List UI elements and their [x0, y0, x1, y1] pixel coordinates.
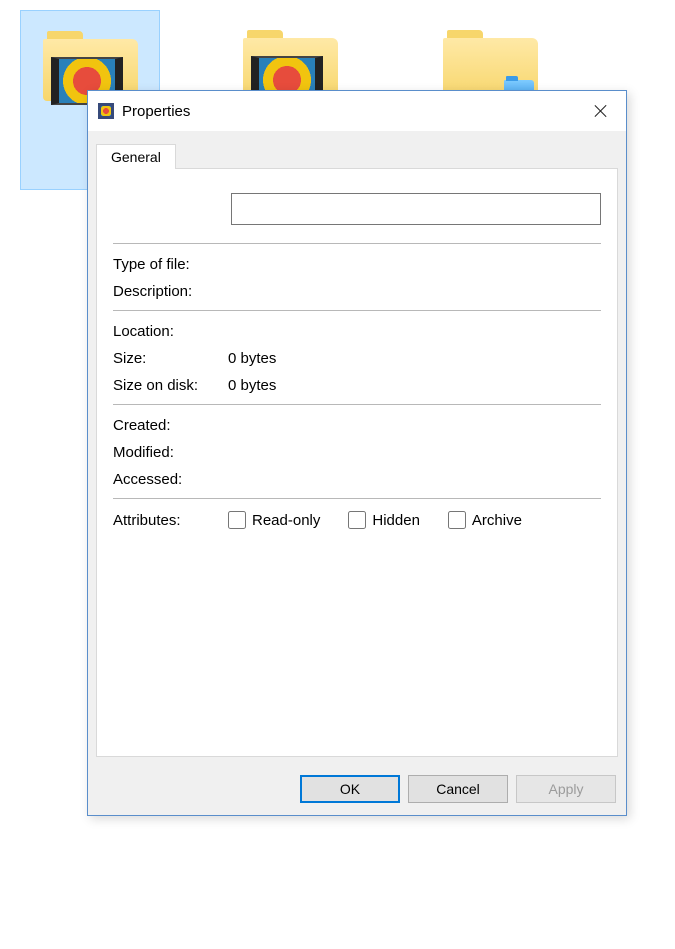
value-modified: [228, 444, 601, 461]
ok-button[interactable]: OK: [300, 775, 400, 803]
checkbox-archive-wrap[interactable]: Archive: [448, 511, 522, 529]
label-created: Created:: [113, 417, 228, 434]
close-icon: [595, 105, 607, 117]
divider: [113, 243, 601, 244]
label-size-on-disk: Size on disk:: [113, 377, 228, 394]
label-attributes: Attributes:: [113, 512, 228, 529]
divider: [113, 404, 601, 405]
value-description: [228, 283, 601, 300]
divider: [113, 310, 601, 311]
checkbox-readonly-wrap[interactable]: Read-only: [228, 511, 320, 529]
window-title: Properties: [122, 103, 576, 120]
value-created: [228, 417, 601, 434]
app-icon: [98, 103, 114, 119]
tab-panel-general: Type of file: Description: Location: Siz…: [96, 168, 618, 757]
value-accessed: [228, 471, 601, 488]
checkbox-archive-label: Archive: [472, 512, 522, 529]
titlebar[interactable]: Properties: [88, 91, 626, 131]
close-button[interactable]: [576, 91, 626, 131]
dialog-button-row: OK Cancel Apply: [88, 765, 626, 815]
value-size: 0 bytes: [228, 350, 601, 367]
checkbox-archive[interactable]: [448, 511, 466, 529]
label-size: Size:: [113, 350, 228, 367]
file-name-input[interactable]: [231, 193, 601, 225]
value-size-on-disk: 0 bytes: [228, 377, 601, 394]
apply-button[interactable]: Apply: [516, 775, 616, 803]
cancel-button[interactable]: Cancel: [408, 775, 508, 803]
tab-general[interactable]: General: [96, 144, 176, 169]
tab-strip: General: [88, 131, 626, 168]
properties-dialog: Properties General Type of file: Descrip…: [87, 90, 627, 816]
divider: [113, 498, 601, 499]
label-description: Description:: [113, 283, 228, 300]
value-location: [228, 323, 601, 340]
label-modified: Modified:: [113, 444, 228, 461]
checkbox-readonly-label: Read-only: [252, 512, 320, 529]
label-type-of-file: Type of file:: [113, 256, 228, 273]
checkbox-hidden-label: Hidden: [372, 512, 420, 529]
label-location: Location:: [113, 323, 228, 340]
checkbox-hidden[interactable]: [348, 511, 366, 529]
value-type-of-file: [228, 256, 601, 273]
label-accessed: Accessed:: [113, 471, 228, 488]
checkbox-hidden-wrap[interactable]: Hidden: [348, 511, 420, 529]
checkbox-readonly[interactable]: [228, 511, 246, 529]
